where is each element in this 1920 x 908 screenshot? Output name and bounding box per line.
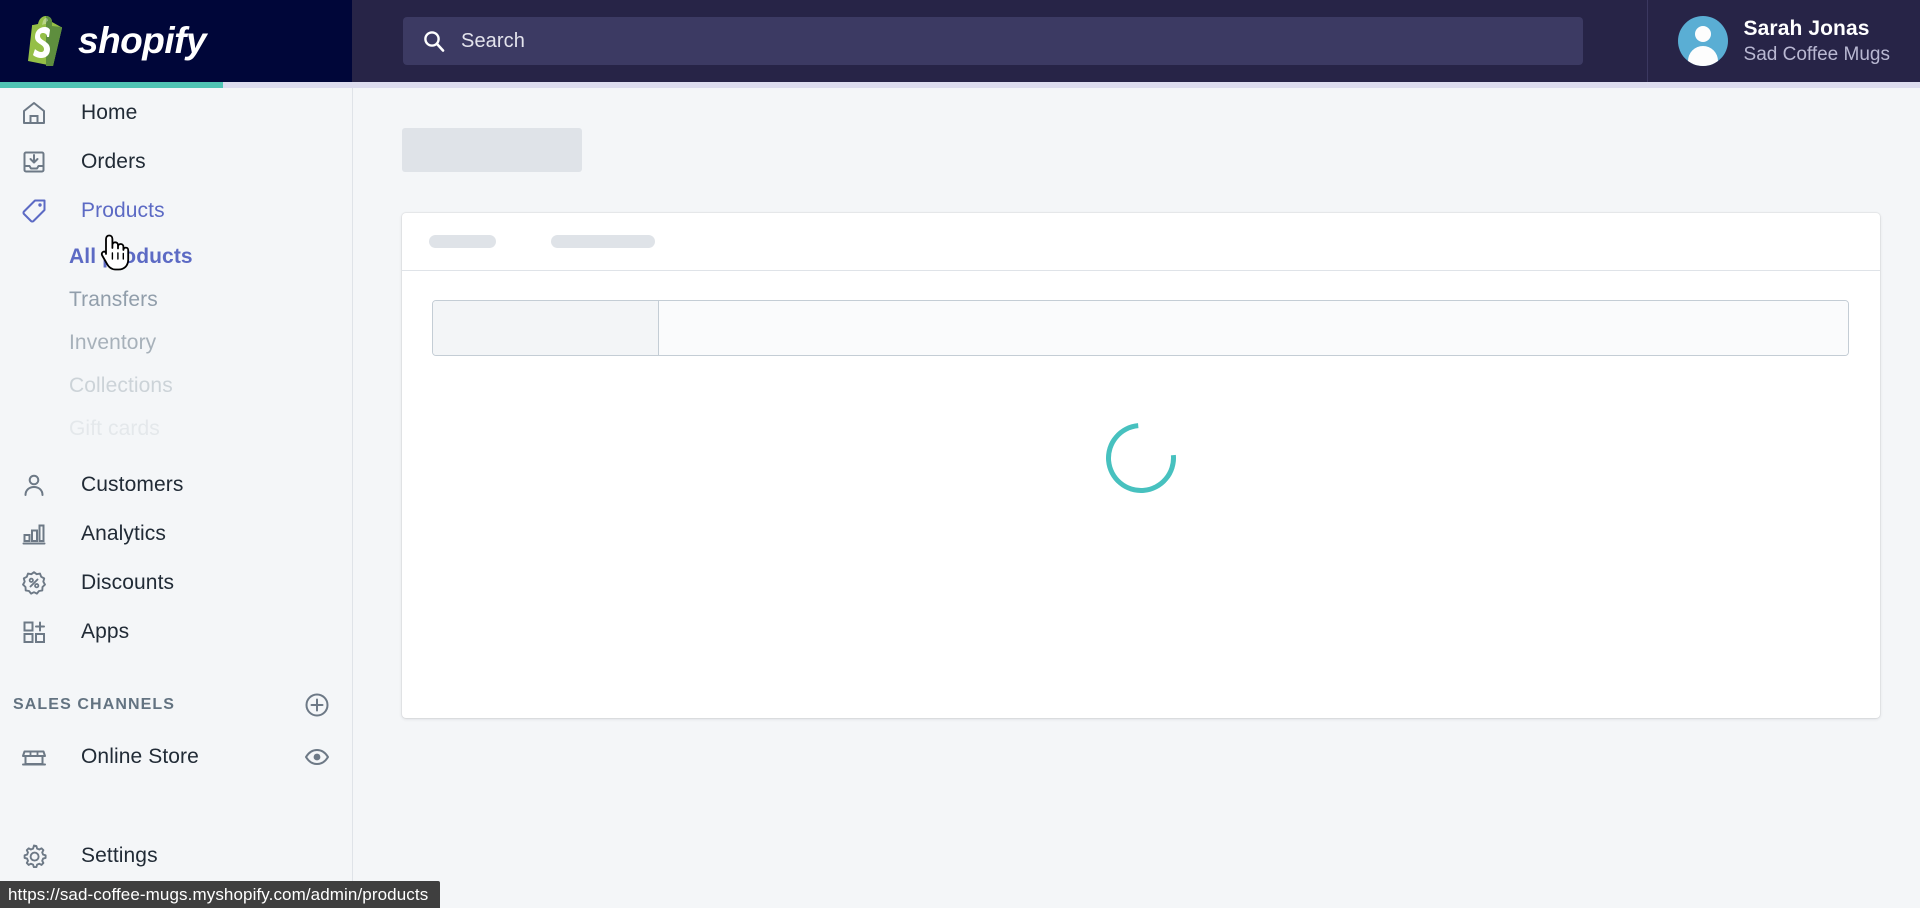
tab-skeleton-1[interactable] [429,235,496,248]
shopify-wordmark: shopify [78,20,207,61]
gear-icon [13,840,55,872]
top-bar: shopify Search Sarah Jonas Sad Coffee Mu… [0,0,1920,82]
analytics-bars-icon [13,518,55,550]
sidebar-subitem-inventory[interactable]: Inventory [0,321,352,364]
sidebar-item-discounts[interactable]: Discounts [0,558,352,607]
sidebar-subitem-label: Collections [69,373,173,397]
sidebar-subitem-transfers[interactable]: Transfers [0,278,352,321]
shopify-bag-icon [22,15,68,67]
sidebar-item-label: Settings [81,843,158,867]
sidebar-subitem-label: Inventory [69,330,157,354]
sidebar-item-apps[interactable]: Apps [0,607,352,656]
filter-search-input[interactable] [659,301,1848,355]
products-card [402,213,1880,718]
page-title-skeleton [402,128,582,172]
sidebar-subitem-collections[interactable]: Collections [0,364,352,407]
sidebar-item-home[interactable]: Home [0,88,352,137]
progress-fill [0,82,223,88]
sidebar-item-label: Online Store [81,744,199,768]
user-menu[interactable]: Sarah Jonas Sad Coffee Mugs [1646,0,1920,82]
sidebar-item-label: Home [81,100,138,124]
filter-row [432,300,1849,356]
home-icon [13,97,55,129]
user-avatar-icon [1677,16,1728,66]
apps-grid-plus-icon [13,616,55,648]
products-tag-icon [13,195,55,227]
sidebar-subitem-label: Transfers [69,287,158,311]
sidebar-item-label: Discounts [81,570,175,594]
sidebar-subitem-label: All products [69,244,193,268]
status-bar-url: https://sad-coffee-mugs.myshopify.com/ad… [0,881,441,908]
storefront-icon [13,741,55,773]
shopify-logo[interactable]: shopify [0,0,352,82]
sidebar-item-label: Apps [81,619,130,643]
search-placeholder: Search [461,29,525,52]
customers-person-icon [13,469,55,501]
sidebar-item-products[interactable]: Products [0,186,352,235]
sidebar-item-label: Customers [81,472,184,496]
eye-icon[interactable] [304,744,330,770]
sales-channels-title: SALES CHANNELS [13,696,176,713]
filter-dropdown[interactable] [433,301,659,355]
tab-skeleton-2[interactable] [551,235,655,248]
sidebar-item-customers[interactable]: Customers [0,460,352,509]
search-area: Search [352,17,1647,65]
sales-channels-section-header: SALES CHANNELS [0,678,352,732]
sidebar-subitem-all-products[interactable]: All products [0,235,352,278]
loading-spinner-icon [1091,408,1191,508]
sidebar-nav: Home Orders Products All products Transf… [0,88,353,908]
discounts-percent-icon [13,567,55,599]
user-text: Sarah Jonas Sad Coffee Mugs [1744,16,1890,67]
sidebar-item-settings[interactable]: Settings [0,831,158,880]
sidebar-item-label: Products [81,198,165,222]
search-input[interactable]: Search [403,17,1583,65]
sidebar-subitem-gift-cards[interactable]: Gift cards [0,407,352,450]
user-name: Sarah Jonas [1743,16,1870,40]
sidebar-subitem-label: Gift cards [69,416,160,440]
sidebar-item-label: Analytics [81,521,166,545]
sidebar-item-label: Orders [81,149,146,173]
page-load-progress-bar [0,82,1920,88]
loading-spinner-container [402,408,1880,508]
orders-inbox-icon [13,146,55,178]
sidebar-item-orders[interactable]: Orders [0,137,352,186]
main-content [354,88,1920,908]
card-tab-bar [402,213,1880,271]
search-icon [423,30,445,52]
user-store-name: Sad Coffee Mugs [1743,43,1890,65]
sidebar-item-online-store[interactable]: Online Store [0,732,352,781]
sidebar-item-analytics[interactable]: Analytics [0,509,352,558]
plus-circle-icon[interactable] [304,692,330,718]
